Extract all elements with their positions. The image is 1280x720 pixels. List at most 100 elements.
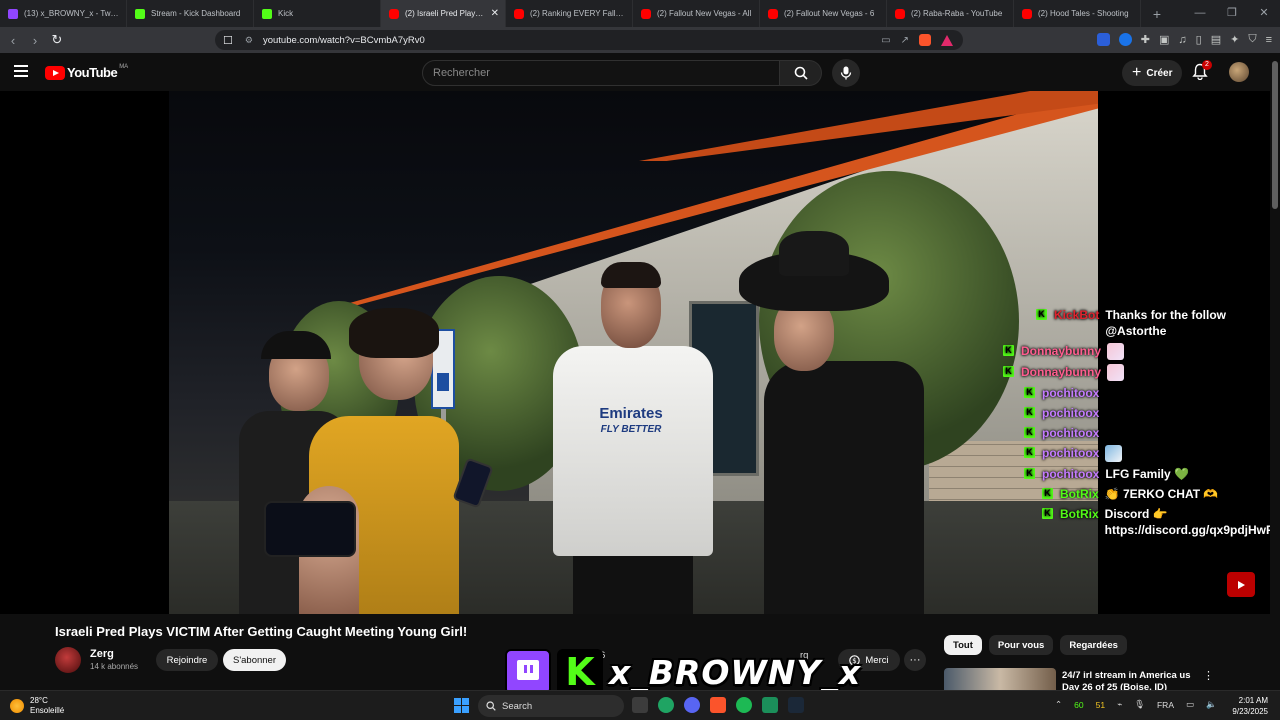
browser-toolbar: ‹ › ↻ ☐ ⚙ youtube.com/watch?v=BCvmbA7yRv… xyxy=(0,27,1280,53)
xbox-icon[interactable] xyxy=(658,697,674,713)
browser-tab[interactable]: Kick xyxy=(254,0,381,27)
page-scrollbar[interactable] xyxy=(1270,53,1280,690)
chat-message: K Donnaybunny xyxy=(1000,364,1270,381)
hamburger-menu-icon[interactable] xyxy=(14,65,28,77)
person-in-cowboy-hat xyxy=(739,231,929,614)
tab-title: Stream - Kick Dashboard xyxy=(151,9,241,18)
system-tray: ⌃ 60 51 ⌁ 🎙 FRA ▭ 🔈 xyxy=(1055,699,1217,710)
browser-tab[interactable]: Stream - Kick Dashboard xyxy=(127,0,254,27)
youtube-logo[interactable]: YouTube MA xyxy=(45,63,129,80)
restore-icon[interactable]: ❐ xyxy=(1216,0,1248,27)
cast-icon[interactable]: ▭ xyxy=(881,35,890,46)
app-icon[interactable] xyxy=(762,697,778,713)
youtube-subscribe-watermark[interactable] xyxy=(1227,572,1255,597)
reload-icon[interactable]: ↻ xyxy=(46,32,68,48)
chat-message: K Donnaybunny xyxy=(1000,343,1270,360)
filter-chip[interactable]: Pour vous xyxy=(988,635,1054,655)
filter-chips: Tout Pour vous Regardées xyxy=(944,635,1127,655)
recommended-thumbnail[interactable] xyxy=(944,668,1056,690)
camera-phone xyxy=(264,501,356,557)
chat-emote-icon xyxy=(1105,405,1120,415)
vpn-icon[interactable]: ⛉ xyxy=(1248,33,1256,46)
notifications-button[interactable]: 2 xyxy=(1192,60,1212,81)
tray-overflow-icon[interactable]: ⌃ xyxy=(1055,699,1062,710)
minimize-icon[interactable]: — xyxy=(1184,0,1216,27)
weather-widget[interactable]: 28°C Ensoleillé xyxy=(10,696,64,716)
tray-monitor-a[interactable]: 60 xyxy=(1074,700,1083,710)
channel-name[interactable]: Zerg xyxy=(90,648,114,660)
join-button[interactable]: Rejoindre xyxy=(156,649,218,671)
taskbar-search[interactable]: Search xyxy=(478,695,624,717)
subscribe-button[interactable]: S'abonner xyxy=(223,649,286,671)
recommended-more-icon[interactable]: ⋮ xyxy=(1203,669,1214,682)
scrollbar-thumb[interactable] xyxy=(1272,61,1278,209)
filter-chip[interactable]: Tout xyxy=(944,635,982,655)
close-window-icon[interactable]: ✕ xyxy=(1248,0,1280,27)
channel-avatar[interactable] xyxy=(55,647,81,673)
windows-start-icon[interactable] xyxy=(454,698,469,713)
search-box[interactable] xyxy=(422,60,780,86)
time: 2:01 AM xyxy=(1238,696,1268,705)
filter-chip[interactable]: Regardées xyxy=(1060,635,1127,655)
chat-message: K BotRix Discord 👉 https://discord.gg/qx9p… xyxy=(1000,506,1270,538)
volume-icon[interactable]: 🔈 xyxy=(1206,699,1217,710)
clock[interactable]: 2:01 AM 9/23/2025 xyxy=(1226,695,1268,717)
country-code: MA xyxy=(119,63,129,70)
sidebar-icon[interactable]: ▯ xyxy=(1196,33,1202,46)
site-info-icon[interactable]: ⚙ xyxy=(245,35,253,46)
url-text[interactable]: youtube.com/watch?v=BCvmbA7yRv0 xyxy=(263,35,425,46)
temperature: 28°C xyxy=(30,696,48,705)
steam-icon[interactable] xyxy=(788,697,804,713)
browser-tab[interactable]: (2) Raba-Raba - YouTube xyxy=(887,0,1014,27)
network-icon[interactable]: ⌁ xyxy=(1117,699,1122,710)
voice-search-button[interactable] xyxy=(832,59,860,87)
new-tab-button[interactable]: + xyxy=(1145,6,1169,22)
browser-tab[interactable]: (2) Fallout New Vegas - 6 xyxy=(760,0,887,27)
back-icon[interactable]: ‹ xyxy=(2,33,24,48)
spotify-icon[interactable] xyxy=(736,697,752,713)
more-actions-icon[interactable]: ··· xyxy=(904,649,926,671)
display-icon[interactable]: ▭ xyxy=(1186,699,1194,710)
tray-monitor-b[interactable]: 51 xyxy=(1096,700,1105,710)
brave-shields-icon[interactable] xyxy=(919,34,931,46)
video-player[interactable]: Emirates FLY BETTER K KickBot Thanks for th… xyxy=(0,91,1270,614)
browser-tab[interactable]: (2) Hood Tales - Shooting xyxy=(1014,0,1141,27)
task-view-icon[interactable] xyxy=(632,697,648,713)
browser-tab[interactable]: (2) Israeli Pred Plays VICTIM ✕ xyxy=(381,0,506,27)
puzzle-icon[interactable]: ✚ xyxy=(1141,33,1150,46)
brave-rewards-icon[interactable] xyxy=(941,34,953,46)
chat-username: pochitoox xyxy=(1042,386,1100,400)
tab-title: Kick xyxy=(278,9,294,18)
account-avatar[interactable] xyxy=(1229,62,1249,82)
discord-icon[interactable] xyxy=(684,697,700,713)
close-tab-icon[interactable]: ✕ xyxy=(491,8,499,19)
search-button[interactable] xyxy=(780,60,822,86)
search-input[interactable] xyxy=(423,61,779,85)
extension-icon[interactable] xyxy=(1118,33,1132,46)
brave-browser-icon[interactable] xyxy=(710,697,726,713)
chat-username: Donnaybunny xyxy=(1021,344,1101,358)
chat-username: pochitoox xyxy=(1042,446,1100,460)
chat-username: BotRix xyxy=(1060,487,1099,501)
address-bar[interactable]: ☐ ⚙ youtube.com/watch?v=BCvmbA7yRv0 ▭ ↗ xyxy=(215,30,963,50)
create-button[interactable]: + Créer xyxy=(1122,60,1183,86)
chat-message: Kpochitoox xyxy=(1000,425,1270,441)
chat-text: LFG Family 💚 xyxy=(1105,467,1189,481)
extension-icon[interactable] xyxy=(1096,33,1110,46)
language-indicator[interactable]: FRA xyxy=(1157,700,1174,710)
menu-icon[interactable]: ≡ xyxy=(1266,34,1272,46)
subscriber-count: 14 k abonnés xyxy=(90,662,139,671)
extensions-bar: ✚ ▣ ♫ ▯ ▤ ✦ ⛉ ≡ xyxy=(1096,33,1272,46)
browser-tab[interactable]: (2) Ranking EVERY Fallout xyxy=(506,0,633,27)
wallet-icon[interactable]: ▤ xyxy=(1211,33,1221,46)
chat-message: K KickBot Thanks for the follow @Astorthe xyxy=(1000,307,1270,339)
forward-icon[interactable]: › xyxy=(24,33,46,48)
share-icon[interactable]: ↗ xyxy=(901,35,909,46)
leo-ai-icon[interactable]: ✦ xyxy=(1230,33,1239,46)
screenshot-icon[interactable]: ▣ xyxy=(1159,33,1169,46)
music-icon[interactable]: ♫ xyxy=(1178,34,1186,46)
mic-tray-icon[interactable]: 🎙 xyxy=(1134,699,1145,710)
browser-tab[interactable]: (13) x_BROWNY_x - Twitch xyxy=(0,0,127,27)
bookmark-icon[interactable]: ☐ xyxy=(223,34,233,47)
browser-tab[interactable]: (2) Fallout New Vegas - All xyxy=(633,0,760,27)
